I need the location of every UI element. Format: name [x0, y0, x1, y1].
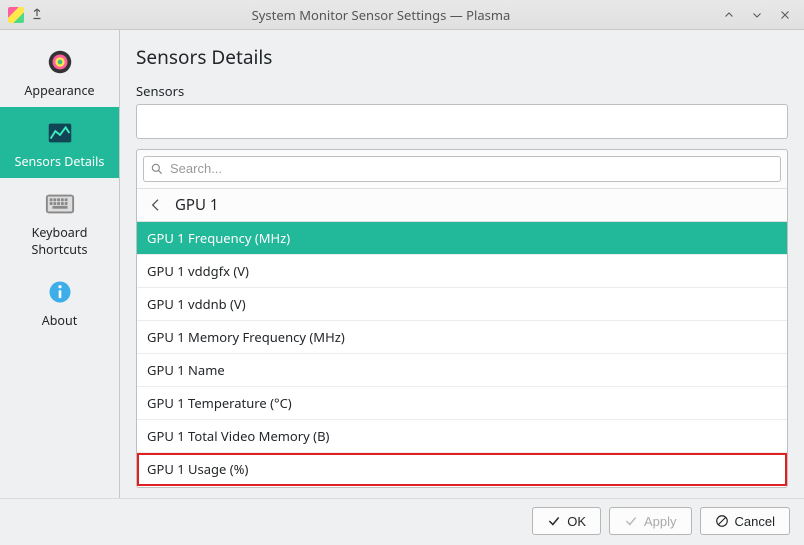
app-icon [8, 7, 24, 23]
button-label: Cancel [735, 514, 775, 529]
sensor-item[interactable]: GPU 1 Name [137, 354, 787, 387]
category-label: GPU 1 [175, 195, 218, 215]
button-label: OK [567, 514, 586, 529]
titlebar: System Monitor Sensor Settings — Plasma [0, 0, 804, 30]
sidebar: Appearance Sensors Details Keyboard Shor… [0, 30, 120, 498]
sidebar-item-label: Appearance [24, 82, 94, 99]
search-input[interactable] [143, 156, 781, 182]
sidebar-item-keyboard-shortcuts[interactable]: Keyboard Shortcuts [0, 178, 119, 266]
sidebar-item-about[interactable]: About [0, 266, 119, 337]
sensor-item[interactable]: GPU 1 Total Video Memory (B) [137, 420, 787, 453]
cancel-icon [715, 514, 729, 528]
sensor-item[interactable]: GPU 1 Temperature (°C) [137, 387, 787, 420]
sensor-item[interactable]: GPU 1 vddnb (V) [137, 288, 787, 321]
section-label: Sensors [136, 82, 788, 100]
sidebar-item-label: Keyboard Shortcuts [4, 224, 115, 258]
body: Appearance Sensors Details Keyboard Shor… [0, 30, 804, 498]
check-icon [547, 514, 561, 528]
maximize-button[interactable] [746, 4, 768, 26]
close-button[interactable] [774, 4, 796, 26]
sidebar-item-sensors-details[interactable]: Sensors Details [0, 107, 119, 178]
sensor-item[interactable]: GPU 1 Frequency (MHz) [137, 222, 787, 255]
minimize-button[interactable] [718, 4, 740, 26]
sensor-item[interactable]: GPU 1 Video Memory Used (B) [137, 486, 787, 488]
sensor-list: GPU 1 Frequency (MHz) GPU 1 vddgfx (V) G… [137, 222, 787, 488]
pin-icon[interactable] [30, 8, 44, 22]
info-icon [44, 276, 76, 308]
sidebar-item-label: Sensors Details [15, 153, 105, 170]
sidebar-item-appearance[interactable]: Appearance [0, 36, 119, 107]
sensor-item[interactable]: GPU 1 Memory Frequency (MHz) [137, 321, 787, 354]
sensor-picker: GPU 1 GPU 1 Frequency (MHz) GPU 1 vddgfx… [136, 149, 788, 488]
category-header: GPU 1 [137, 188, 787, 222]
sidebar-item-label: About [42, 312, 77, 329]
sensors-details-icon [44, 117, 76, 149]
page-title: Sensors Details [136, 44, 788, 70]
footer: OK Apply Cancel [0, 498, 804, 545]
back-icon[interactable] [147, 196, 165, 214]
sensor-item[interactable]: GPU 1 vddgfx (V) [137, 255, 787, 288]
ok-button[interactable]: OK [532, 507, 601, 535]
selected-sensors-box[interactable] [136, 104, 788, 139]
search-row [137, 150, 787, 188]
main-panel: Sensors Details Sensors GPU 1 GPU 1 Freq… [120, 30, 804, 498]
window: System Monitor Sensor Settings — Plasma … [0, 0, 804, 545]
check-icon [624, 514, 638, 528]
sensor-item[interactable]: GPU 1 Usage (%) [137, 453, 787, 486]
button-label: Apply [644, 514, 677, 529]
appearance-icon [44, 46, 76, 78]
apply-button: Apply [609, 507, 692, 535]
cancel-button[interactable]: Cancel [700, 507, 790, 535]
window-title: System Monitor Sensor Settings — Plasma [50, 6, 712, 24]
keyboard-icon [44, 188, 76, 220]
